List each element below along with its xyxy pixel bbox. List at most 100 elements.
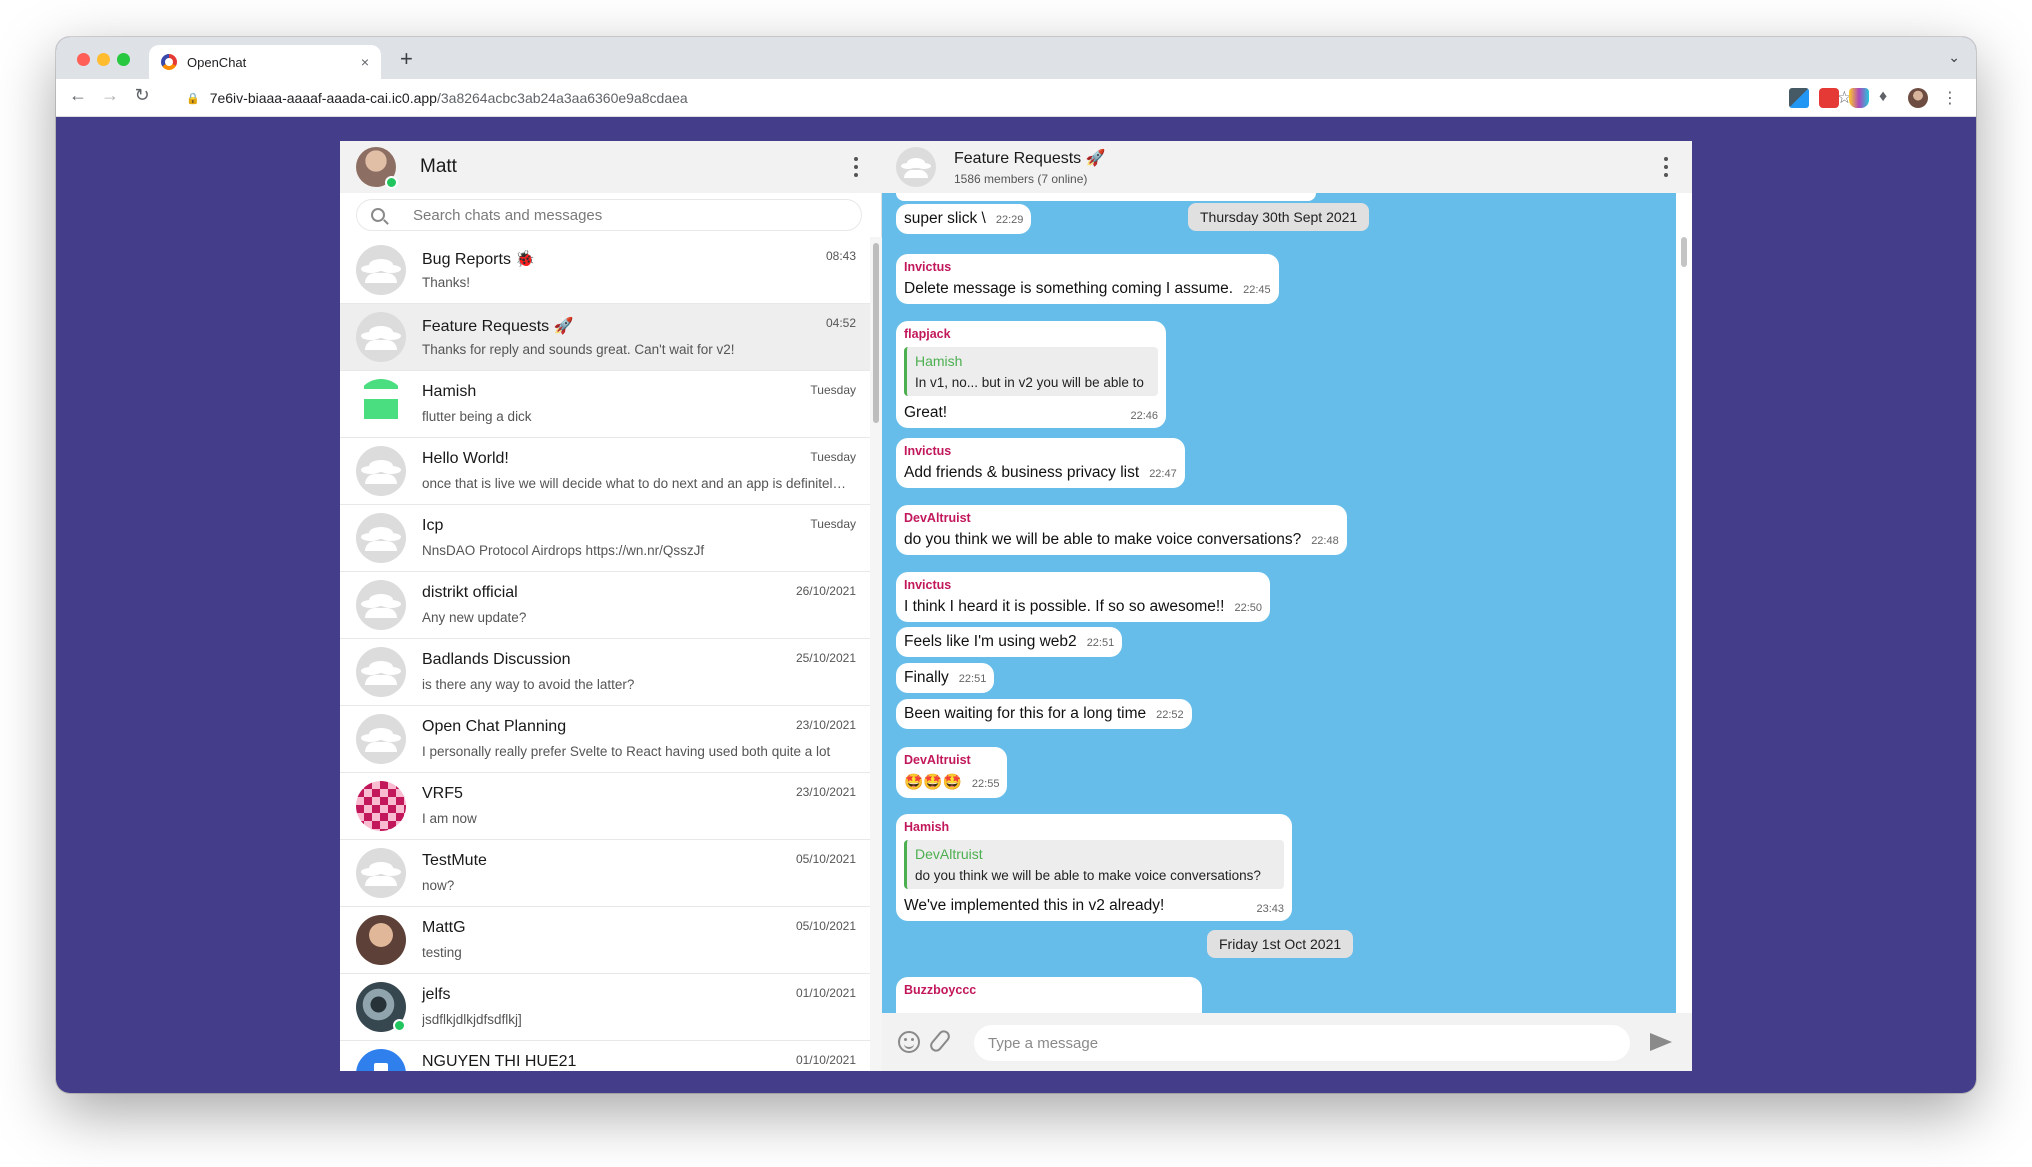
quote-sender: DevAltruist bbox=[915, 846, 983, 862]
chat-row[interactable]: Hamish Tuesday flutter being a dick bbox=[340, 371, 870, 438]
minimize-window-button[interactable] bbox=[97, 53, 110, 66]
tab-openchat[interactable]: OpenChat × bbox=[149, 45, 381, 79]
address-bar[interactable]: 🔒 7e6iv-biaaa-aaaaf-aaada-cai.ic0.app/3a… bbox=[172, 84, 1862, 112]
chat-last-message: Any new update? bbox=[422, 610, 527, 625]
chat-row[interactable]: TestMute 05/10/2021 now? bbox=[340, 840, 870, 907]
message-scroll-thumb[interactable] bbox=[1681, 237, 1687, 267]
search-input[interactable] bbox=[413, 206, 833, 224]
chat-time: 23/10/2021 bbox=[795, 785, 856, 799]
conversation-menu-kebab-icon[interactable] bbox=[1658, 155, 1674, 179]
user-name: Matt bbox=[420, 156, 457, 177]
reply-quote[interactable]: Hamish In v1, no... but in v2 you will b… bbox=[904, 347, 1158, 396]
chat-last-message: testing bbox=[422, 945, 462, 960]
reply-quote[interactable]: DevAltruist do you think we will be able… bbox=[904, 840, 1284, 889]
extensions-puzzle-icon[interactable]: ♦ bbox=[1879, 88, 1899, 108]
chat-name: Open Chat Planning bbox=[422, 718, 567, 735]
message-text: 🤩🤩🤩 bbox=[904, 774, 962, 791]
message-bubble[interactable]: Buzzboyccc bbox=[896, 977, 1202, 1013]
group-avatar-icon bbox=[356, 580, 406, 630]
paperclip-icon[interactable] bbox=[927, 1027, 953, 1055]
jelfs-avatar-wrap bbox=[356, 982, 406, 1032]
message-scrollbar[interactable] bbox=[1676, 193, 1692, 1013]
message-bubble[interactable]: Been waiting for this for a long time 22:… bbox=[896, 699, 1192, 729]
message-bubble[interactable]: Finally 22:51 bbox=[896, 663, 995, 693]
chat-time: 08:43 bbox=[825, 249, 856, 263]
message-sender: DevAltruist bbox=[904, 753, 971, 767]
close-window-button[interactable] bbox=[77, 53, 90, 66]
message-time: 22:52 bbox=[1156, 709, 1184, 721]
group-avatar-icon bbox=[356, 513, 406, 563]
chat-name: NGUYEN THI HUE21 bbox=[422, 1053, 577, 1070]
chat-row[interactable]: jelfs 01/10/2021 jsdflkjdlkjdfsdflkj] bbox=[340, 974, 870, 1041]
chat-row-active[interactable]: Feature Requests 🚀 04:52 Thanks for repl… bbox=[340, 304, 870, 371]
profile-avatar[interactable] bbox=[1908, 88, 1928, 108]
chat-name: MattG bbox=[422, 919, 466, 936]
chat-time: 05/10/2021 bbox=[795, 919, 856, 933]
back-arrow-icon[interactable]: ← bbox=[66, 85, 90, 106]
chat-name: VRF5 bbox=[422, 785, 463, 802]
message-bubble[interactable]: Invictus Delete message is something com… bbox=[896, 254, 1279, 304]
quote-text: do you think we will be able to make voi… bbox=[915, 868, 1261, 883]
group-avatar-icon bbox=[356, 245, 406, 295]
user-avatar[interactable] bbox=[356, 147, 398, 189]
reload-icon[interactable]: ↻ bbox=[130, 85, 154, 106]
extension-pen-icon[interactable] bbox=[1789, 88, 1809, 108]
message-bubble[interactable]: Invictus Add friends & business privacy … bbox=[896, 438, 1185, 488]
conversation-titles[interactable]: Feature Requests 🚀 1586 members (7 onlin… bbox=[954, 148, 1106, 186]
maximize-window-button[interactable] bbox=[117, 53, 130, 66]
chat-row[interactable]: Badlands Discussion 25/10/2021 is there … bbox=[340, 639, 870, 706]
message-bubble[interactable]: Hamish DevAltruist do you think we will … bbox=[896, 814, 1292, 921]
message-bubble[interactable]: Feels like I'm using web2 22:51 bbox=[896, 627, 1123, 657]
new-tab-button[interactable]: + bbox=[400, 46, 413, 72]
tab-close-icon[interactable]: × bbox=[361, 54, 369, 70]
message-time: 22:51 bbox=[1086, 637, 1115, 649]
chat-time: 01/10/2021 bbox=[795, 986, 856, 1000]
message-text: Feels like I'm using web2 bbox=[904, 633, 1077, 650]
message-sender: Invictus bbox=[904, 444, 952, 458]
message-input[interactable] bbox=[974, 1025, 1630, 1061]
sidebar-menu-kebab-icon[interactable] bbox=[848, 155, 864, 179]
chat-time: 05/10/2021 bbox=[795, 852, 856, 866]
chat-list-scrollbar[interactable] bbox=[870, 237, 882, 1071]
extension-red-icon[interactable] bbox=[1819, 88, 1839, 108]
chat-row[interactable]: Bug Reports 🐞 08:43 Thanks! bbox=[340, 237, 870, 304]
extension-colorful-icon[interactable] bbox=[1849, 88, 1869, 108]
chat-time: 26/10/2021 bbox=[795, 584, 856, 598]
chat-row[interactable]: VRF5 23/10/2021 I am now bbox=[340, 773, 870, 840]
message-bubble[interactable]: DevAltruist 🤩🤩🤩 22:55 bbox=[896, 747, 1008, 798]
send-icon[interactable] bbox=[1650, 1033, 1672, 1051]
message-text: super slick \ bbox=[904, 210, 986, 227]
message-bubble[interactable]: Invictus I think I heard it is possible.… bbox=[896, 572, 1271, 622]
chat-row[interactable]: Hello World! Tuesday once that is live w… bbox=[340, 438, 870, 505]
conversation-header: Feature Requests 🚀 1586 members (7 onlin… bbox=[882, 141, 1692, 193]
chat-row[interactable]: MattG 05/10/2021 testing bbox=[340, 907, 870, 974]
message-bubble[interactable]: flapjack Hamish In v1, no... but in v2 y… bbox=[896, 321, 1166, 428]
chat-name: Badlands Discussion bbox=[422, 651, 571, 668]
message-text: Delete message is something coming I ass… bbox=[904, 280, 1234, 297]
tab-search-chevron-icon[interactable]: ⌄ bbox=[1948, 49, 1960, 66]
chat-last-message: Thanks for reply and sounds great. Can't… bbox=[422, 342, 735, 357]
message-text: Finally bbox=[904, 669, 949, 686]
chat-row[interactable]: Open Chat Planning 23/10/2021 I personal… bbox=[340, 706, 870, 773]
browser-menu-icon[interactable]: ⋮ bbox=[1942, 88, 1962, 108]
group-avatar-icon bbox=[356, 312, 406, 362]
message-bubble[interactable]: DevAltruist do you think we will be able… bbox=[896, 505, 1347, 555]
url-path: /3a8264acbc3ab24a3aa6360e9a8cdaea bbox=[436, 90, 688, 106]
chat-row[interactable]: Icp Tuesday NnsDAO Protocol Airdrops htt… bbox=[340, 505, 870, 572]
chat-row[interactable]: distrikt official 26/10/2021 Any new upd… bbox=[340, 572, 870, 639]
chat-list-scroll-thumb[interactable] bbox=[873, 243, 879, 423]
message-bubble[interactable]: super slick \ 22:29 bbox=[896, 204, 1032, 234]
chat-list: Bug Reports 🐞 08:43 Thanks! Feature Requ… bbox=[340, 237, 870, 1071]
chat-row[interactable]: NGUYEN THI HUE21 01/10/2021 bbox=[340, 1041, 870, 1071]
group-avatar-icon[interactable] bbox=[896, 147, 936, 187]
forward-arrow-icon[interactable]: → bbox=[98, 85, 122, 106]
chat-time: 25/10/2021 bbox=[795, 651, 856, 665]
lock-icon: 🔒 bbox=[186, 92, 200, 105]
search-bar[interactable] bbox=[356, 199, 862, 231]
chat-time: 01/10/2021 bbox=[795, 1053, 856, 1067]
emoji-icon[interactable] bbox=[898, 1031, 920, 1053]
message-sender: Invictus bbox=[904, 260, 952, 274]
message-time: 22:51 bbox=[958, 673, 987, 685]
chat-time: 23/10/2021 bbox=[795, 718, 856, 732]
message-sender: Buzzboyccc bbox=[904, 983, 977, 997]
